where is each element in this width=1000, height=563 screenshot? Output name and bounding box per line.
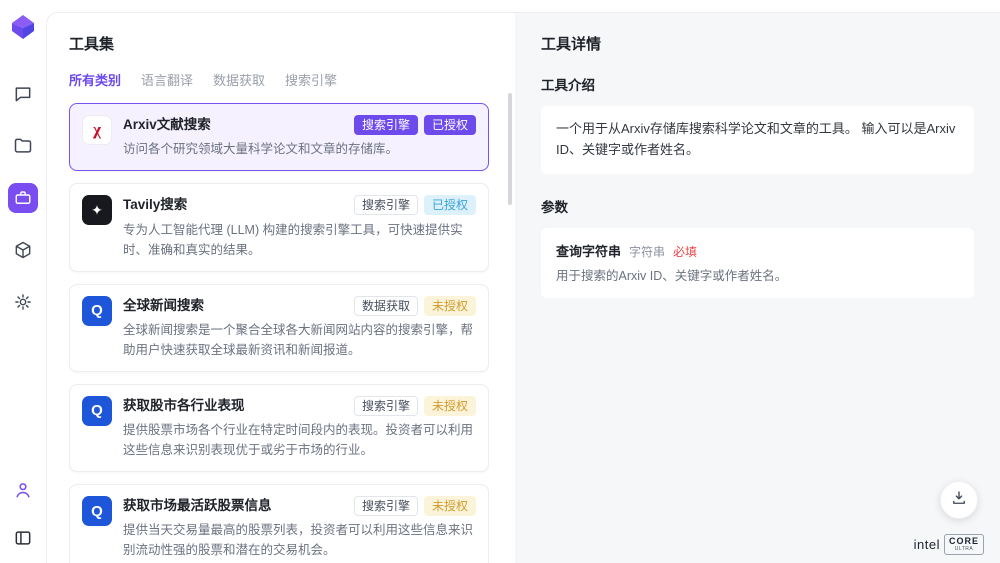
tool-auth-badge: 已授权 [424,195,476,215]
tool-badges: 搜索引擎 未授权 [346,496,476,516]
tool-badges: 搜索引擎 已授权 [346,115,476,135]
settings-icon[interactable] [8,287,38,317]
tool-auth-badge: 已授权 [424,115,476,135]
tool-auth-badge: 未授权 [424,296,476,316]
tool-category-badge: 数据获取 [354,296,418,316]
toolbox-icon[interactable] [8,183,38,213]
category-tab[interactable]: 所有类别 [69,70,121,89]
tool-auth-badge: 未授权 [424,496,476,516]
panel-toggle-icon[interactable] [8,523,38,553]
tool-card[interactable]: Q 全球新闻搜索 数据获取 未授权 全球新闻搜索是一个聚合全球各大新闻网站内容的… [69,284,489,372]
tool-intro-text: 一个用于从Arxiv存储库搜索科学论文和文章的工具。 输入可以是Arxiv ID… [541,106,974,174]
tool-category-badge: 搜索引擎 [354,496,418,516]
arxiv-logo-icon: χ [82,115,112,145]
tool-category-badge: 搜索引擎 [354,195,418,215]
tavily-logo-icon: ✦ [82,195,112,225]
tool-body: Arxiv文献搜索 搜索引擎 已授权 访问各个研究领域大量科学论文和文章的存储库… [123,115,476,159]
app-root: 工具集 所有类别语言翻译数据获取搜索引擎 χ Arxiv文献搜索 搜索引擎 已授… [0,0,1000,563]
news-api-logo-icon: Q [82,296,112,326]
category-tab[interactable]: 语言翻译 [141,70,193,89]
param-required-flag: 必填 [673,243,697,260]
tool-name: 全球新闻搜索 [123,296,204,316]
tool-body: Tavily搜索 搜索引擎 已授权 专为人工智能代理 (LLM) 构建的搜索引擎… [123,195,476,259]
intro-section-title: 工具介绍 [541,74,974,94]
category-tabs: 所有类别 语言翻译 数据获取 搜索引擎 [69,70,489,89]
category-tab[interactable]: 数据获取 [213,70,265,89]
tool-name: 获取股市各行业表现 [123,396,245,416]
tool-name: 获取市场最活跃股票信息 [123,496,272,516]
chat-icon[interactable] [8,79,38,109]
intel-core-logo: intel CORE ULTRA [914,534,984,555]
detail-title: 工具详情 [541,33,974,54]
tool-card[interactable]: Q 获取市场最活跃股票信息 搜索引擎 未授权 提供当天交易量最高的股票列表，投资… [69,484,489,563]
param-name: 查询字符串 [556,241,621,260]
scrollbar-thumb[interactable] [508,93,512,205]
tool-name: Arxiv文献搜索 [123,115,211,135]
param-description: 用于搜索的Arxiv ID、关键字或作者姓名。 [556,267,959,286]
tool-category-badge: 搜索引擎 [354,115,418,135]
intel-brand-text: intel [914,537,940,552]
left-rail [0,0,46,563]
tool-description: 全球新闻搜索是一个聚合全球各大新闻网站内容的搜索引擎，帮助用户快速获取全球最新资… [123,320,476,360]
tool-list-panel: 工具集 所有类别语言翻译数据获取搜索引擎 χ Arxiv文献搜索 搜索引擎 已授… [47,13,515,563]
tool-description: 提供当天交易量最高的股票列表，投资者可以利用这些信息来识别流动性强的股票和潜在的… [123,520,476,560]
tool-body: 获取股市各行业表现 搜索引擎 未授权 提供股票市场各个行业在特定时间段内的表现。… [123,396,476,460]
tool-badges: 数据获取 未授权 [346,296,476,316]
tool-description: 提供股票市场各个行业在特定时间段内的表现。投资者可以利用这些信息来识别表现优于或… [123,420,476,460]
tool-card[interactable]: Q 获取股市各行业表现 搜索引擎 未授权 提供股票市场各个行业在特定时间段内的表… [69,384,489,472]
tool-body: 全球新闻搜索 数据获取 未授权 全球新闻搜索是一个聚合全球各大新闻网站内容的搜索… [123,296,476,360]
tool-detail-panel: 工具详情 工具介绍 一个用于从Arxiv存储库搜索科学论文和文章的工具。 输入可… [515,13,1000,563]
app-logo[interactable] [11,14,35,45]
tool-name: Tavily搜索 [123,195,187,215]
param-list: 查询字符串 字符串 必填 用于搜索的Arxiv ID、关键字或作者姓名。 [541,228,974,299]
package-icon[interactable] [8,235,38,265]
params-section-title: 参数 [541,196,974,216]
tool-description: 专为人工智能代理 (LLM) 构建的搜索引擎工具，可快速提供实时、准确和真实的结… [123,220,476,260]
tool-card[interactable]: χ Arxiv文献搜索 搜索引擎 已授权 访问各个研究领域大量科学论文和文章的存… [69,103,489,171]
tool-list: χ Arxiv文献搜索 搜索引擎 已授权 访问各个研究领域大量科学论文和文章的存… [69,103,489,563]
category-tab[interactable]: 搜索引擎 [285,70,337,89]
stock-api-logo-icon: Q [82,496,112,526]
content-area: 工具集 所有类别语言翻译数据获取搜索引擎 χ Arxiv文献搜索 搜索引擎 已授… [46,12,1000,563]
tool-category-badge: 搜索引擎 [354,396,418,416]
tool-badges: 搜索引擎 未授权 [346,396,476,416]
core-badge: CORE ULTRA [944,534,984,555]
tool-description: 访问各个研究领域大量科学论文和文章的存储库。 [123,139,476,159]
tool-badges: 搜索引擎 已授权 [346,195,476,215]
download-button[interactable] [940,481,978,519]
folder-icon[interactable] [8,131,38,161]
param-card: 查询字符串 字符串 必填 用于搜索的Arxiv ID、关键字或作者姓名。 [541,228,974,299]
page-title: 工具集 [69,33,489,54]
tool-auth-badge: 未授权 [424,396,476,416]
rail-bottom [8,475,38,553]
download-icon [950,489,968,512]
stock-api-logo-icon: Q [82,396,112,426]
tool-card[interactable]: ✦ Tavily搜索 搜索引擎 已授权 专为人工智能代理 (LLM) 构建的搜索… [69,183,489,271]
param-type: 字符串 [629,243,665,260]
tool-body: 获取市场最活跃股票信息 搜索引擎 未授权 提供当天交易量最高的股票列表，投资者可… [123,496,476,560]
rail-nav [8,79,38,317]
user-icon[interactable] [8,475,38,505]
